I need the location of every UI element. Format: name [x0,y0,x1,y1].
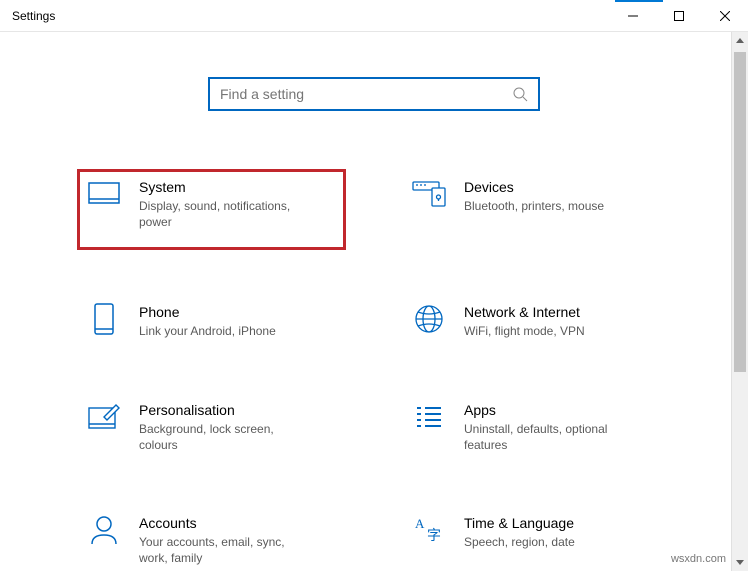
tile-personalisation[interactable]: Personalisation Background, lock screen,… [79,394,344,459]
tile-system[interactable]: System Display, sound, notifications, po… [79,171,344,248]
maximize-icon [674,11,684,21]
close-button[interactable] [702,0,748,31]
devices-icon [412,177,446,211]
titlebar: Settings [0,0,748,32]
tile-network[interactable]: Network & Internet WiFi, flight mode, VP… [404,296,669,345]
vertical-scrollbar[interactable] [731,32,748,571]
tile-desc: Display, sound, notifications, power [139,198,309,230]
search-container [0,77,748,111]
chevron-down-icon [736,560,744,565]
window-controls [610,0,748,31]
search-input[interactable] [220,86,512,102]
scroll-down-arrow[interactable] [732,554,748,571]
minimize-button[interactable] [610,0,656,31]
accent-bar [615,0,663,2]
svg-text:A: A [415,516,425,531]
scroll-thumb[interactable] [734,52,746,372]
personalisation-icon [87,400,121,434]
tile-title: Accounts [139,515,309,531]
tile-title: Phone [139,304,276,320]
close-icon [720,11,730,21]
tile-desc: Link your Android, iPhone [139,323,276,339]
time-language-icon: A 字 [412,513,446,547]
maximize-button[interactable] [656,0,702,31]
search-box[interactable] [208,77,540,111]
window-title: Settings [12,9,55,23]
apps-icon [412,400,446,434]
phone-icon [87,302,121,336]
accounts-icon [87,513,121,547]
tile-title: Personalisation [139,402,309,418]
tile-apps[interactable]: Apps Uninstall, defaults, optional featu… [404,394,669,459]
tile-time-language[interactable]: A 字 Time & Language Speech, region, date [404,507,669,571]
tile-desc: Your accounts, email, sync, work, family [139,534,309,566]
svg-text:字: 字 [427,528,441,544]
tile-desc: Bluetooth, printers, mouse [464,198,604,214]
tile-title: Time & Language [464,515,575,531]
tile-desc: Speech, region, date [464,534,575,550]
watermark: wsxdn.com [671,553,726,565]
search-icon [512,86,528,102]
tile-accounts[interactable]: Accounts Your accounts, email, sync, wor… [79,507,344,571]
settings-grid: System Display, sound, notifications, po… [79,171,669,571]
tile-title: Network & Internet [464,304,585,320]
scroll-up-arrow[interactable] [732,32,748,49]
system-icon [87,177,121,211]
tile-title: Apps [464,402,634,418]
tile-desc: Background, lock screen, colours [139,421,309,453]
tile-title: Devices [464,179,604,195]
content-area: System Display, sound, notifications, po… [0,32,748,571]
globe-icon [412,302,446,336]
tile-phone[interactable]: Phone Link your Android, iPhone [79,296,344,345]
tile-desc: Uninstall, defaults, optional features [464,421,634,453]
tile-title: System [139,179,309,195]
minimize-icon [628,11,638,21]
tile-devices[interactable]: Devices Bluetooth, printers, mouse [404,171,669,248]
chevron-up-icon [736,38,744,43]
tile-desc: WiFi, flight mode, VPN [464,323,585,339]
